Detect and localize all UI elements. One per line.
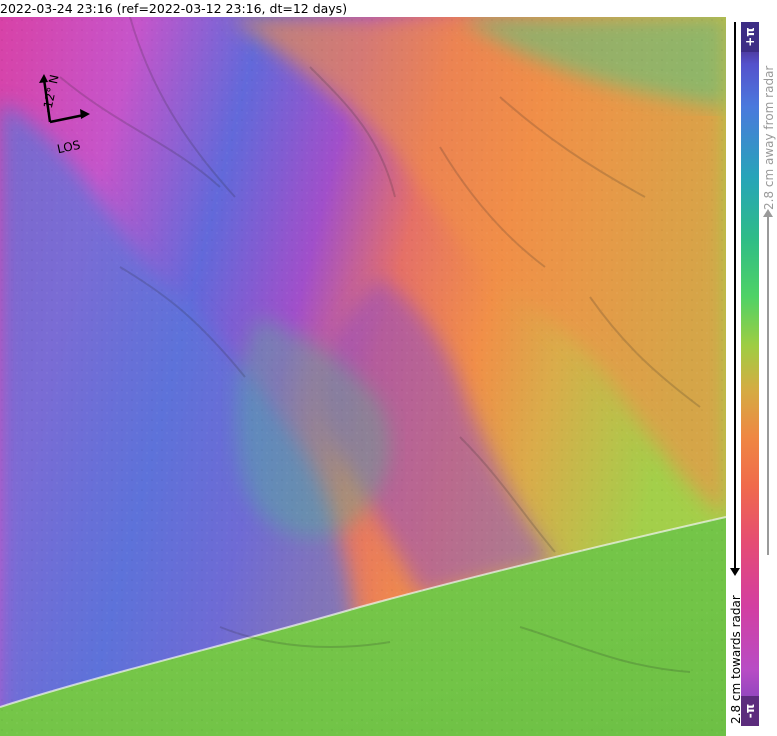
away-radar-arrow: [763, 209, 773, 555]
phase-colorbar: +π -π: [741, 22, 759, 726]
interferogram-map: -12° N LOS: [0, 17, 726, 736]
interferogram-svg: [0, 17, 726, 736]
towards-radar-arrow: [730, 22, 740, 576]
compass: -12° N LOS: [26, 67, 96, 157]
map-title: 2022-03-24 23:16 (ref=2022-03-12 23:16, …: [0, 1, 348, 16]
towards-radar-label: 2.8 cm towards radar: [729, 595, 743, 724]
away-from-radar-label: 2.8 cm away from radar: [762, 65, 776, 210]
colorbar-top-label: +π: [743, 27, 757, 47]
colorbar-bottom-label: -π: [743, 703, 757, 719]
colorbar-top-cap: +π: [741, 22, 759, 52]
colorbar-bottom-cap: -π: [741, 696, 759, 726]
